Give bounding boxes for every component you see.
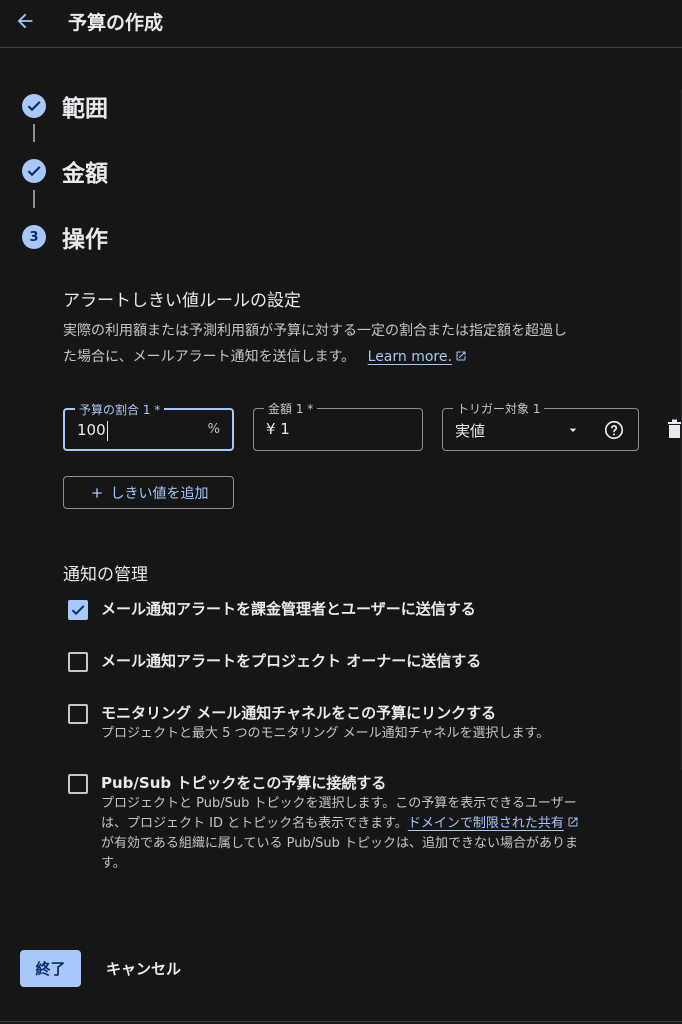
checkbox-label: モニタリング メール通知チャネルをこの予算にリンクする	[101, 704, 497, 722]
checkbox[interactable]	[68, 704, 88, 724]
step-connector	[33, 124, 35, 142]
check-icon	[27, 166, 41, 177]
alert-rules-description: 実際の利用額または予測利用額が予算に対する一定の割合または指定額を超過し た場合…	[63, 318, 673, 370]
checkbox[interactable]	[68, 652, 88, 672]
checkbox-label: メール通知アラートを課金管理者とユーザーに送信する	[101, 600, 476, 618]
description-line: た場合に、メールアラート通知を送信します。 Learn more.	[63, 344, 673, 370]
description-line: す。	[101, 856, 126, 871]
check-icon	[71, 605, 85, 616]
external-link-icon	[456, 351, 466, 361]
description-line: プロジェクトと Pub/Sub トピックを選択します。この予算を表示できるユーザ…	[101, 796, 577, 811]
step-actions[interactable]: 3 操作	[22, 220, 108, 254]
checkbox-description: プロジェクトと Pub/Sub トピックを選択します。この予算を表示できるユーザ…	[101, 794, 621, 874]
description-text: た場合に、メールアラート通知を送信します。	[63, 349, 356, 365]
domain-restricted-sharing-link[interactable]: ドメインで制限された共有	[408, 816, 564, 831]
description-line: 実際の利用額または予測利用額が予算に対する一定の割合または指定額を超過し	[63, 323, 567, 339]
cancel-button[interactable]: キャンセル	[100, 950, 187, 987]
field-value: ¥ 1	[266, 420, 290, 438]
notifications-heading: 通知の管理	[63, 565, 148, 585]
step-number: 3	[29, 229, 39, 245]
page-header: 予算の作成	[0, 0, 682, 48]
checkbox-label: メール通知アラートをプロジェクト オーナーに送信する	[101, 652, 482, 670]
description-line: は、プロジェクト ID とトピック名も表示できます。ドメインで制限された共有	[101, 814, 621, 834]
help-icon[interactable]	[603, 419, 625, 441]
percent-suffix: %	[207, 422, 220, 437]
checkbox[interactable]	[68, 774, 88, 794]
field-label: 金額 1 *	[264, 400, 318, 417]
alert-rules-heading: アラートしきい値ルールの設定	[63, 291, 301, 311]
text-cursor	[107, 421, 108, 441]
checkbox-description: プロジェクトと最大 5 つのモニタリング メール通知チャネルを選択します。	[101, 726, 550, 741]
add-threshold-label: しきい値を追加	[110, 485, 209, 502]
learn-more-link[interactable]: Learn more.	[368, 349, 452, 365]
field-label: トリガー対象 1	[453, 400, 545, 417]
amount-input[interactable]: 金額 1 * ¥ 1	[253, 400, 423, 451]
delete-icon[interactable]	[667, 419, 682, 439]
step-amount[interactable]: 金額	[22, 154, 108, 188]
check-icon	[27, 101, 41, 112]
field-label: 予算の割合 1 *	[75, 401, 165, 418]
add-threshold-button[interactable]: しきい値を追加	[63, 476, 234, 509]
step-number-indicator: 3	[22, 225, 46, 249]
checkbox-label: Pub/Sub トピックをこの予算に接続する	[101, 774, 387, 792]
footer-divider	[0, 1021, 682, 1022]
step-complete-indicator	[22, 159, 46, 183]
trigger-select[interactable]: トリガー対象 1 実値	[442, 400, 639, 451]
step-label: 操作	[62, 227, 108, 253]
description-text: は、プロジェクト ID とトピック名も表示できます。	[101, 816, 408, 831]
step-connector	[33, 190, 35, 208]
done-button[interactable]: 終了	[20, 950, 81, 987]
dropdown-arrow-icon	[569, 428, 577, 432]
back-button[interactable]	[10, 6, 40, 36]
description-line: が有効である組織に属している Pub/Sub トピックは、追加できない場合があり…	[101, 836, 578, 851]
field-value: 100	[77, 421, 106, 439]
checkbox[interactable]	[68, 600, 88, 620]
page-title: 予算の作成	[68, 12, 164, 34]
arrow-back-icon	[17, 13, 33, 29]
step-complete-indicator	[22, 94, 46, 118]
step-label: 範囲	[62, 96, 108, 122]
field-value: 実値	[455, 422, 486, 440]
step-scope[interactable]: 範囲	[22, 89, 108, 123]
step-label: 金額	[62, 161, 108, 187]
cancel-label: キャンセル	[106, 960, 182, 978]
budget-percent-input[interactable]: 予算の割合 1 * 100 %	[63, 401, 234, 451]
done-label: 終了	[35, 960, 66, 978]
external-link-icon	[568, 817, 578, 827]
plus-icon	[91, 487, 102, 498]
